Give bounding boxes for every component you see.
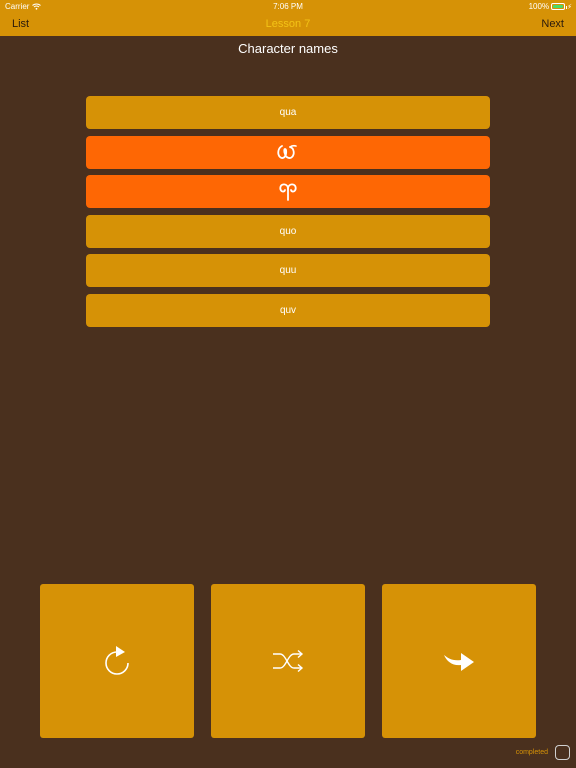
glyph-ram-horn-icon <box>277 182 299 202</box>
option-label: quu <box>279 265 297 276</box>
section-heading: Character names <box>238 41 338 56</box>
option-quo[interactable]: quo <box>86 214 490 248</box>
option-glyph-1[interactable] <box>86 135 490 169</box>
shuffle-icon <box>273 649 304 673</box>
forward-button[interactable] <box>382 584 536 738</box>
option-label: quo <box>279 225 297 237</box>
option-quu[interactable]: quu <box>86 254 490 287</box>
refresh-icon <box>105 646 129 675</box>
page-title: Lesson 7 <box>265 18 311 30</box>
forward-arrow-icon <box>444 653 474 671</box>
completed-label: completed <box>515 749 548 756</box>
answer-options: qua quo quu quv <box>86 96 490 333</box>
charging-icon: ⚡ <box>567 3 572 11</box>
battery-icon <box>551 3 568 10</box>
option-label: quv <box>279 304 297 316</box>
navigation-bar: List Lesson 7 Next <box>0 12 576 36</box>
glyph-omega-script-icon <box>276 142 300 162</box>
status-bar: Carrier 7:06 PM 100% ⚡ <box>0 0 576 12</box>
shuffle-button[interactable] <box>211 584 365 738</box>
option-label: qua <box>279 107 297 118</box>
next-button[interactable]: Next <box>541 18 564 30</box>
battery-info: 100% ⚡ <box>529 2 572 11</box>
battery-percent: 100% <box>528 2 550 11</box>
option-qua[interactable]: qua <box>86 96 490 129</box>
completed-checkbox[interactable] <box>555 745 570 760</box>
refresh-button[interactable] <box>40 584 194 738</box>
option-glyph-2[interactable] <box>86 175 490 208</box>
top-bar: Carrier 7:06 PM 100% ⚡ List Lesson 7 Nex… <box>0 0 576 36</box>
status-time: 7:06 PM <box>273 2 303 11</box>
option-quv[interactable]: quv <box>86 293 490 327</box>
